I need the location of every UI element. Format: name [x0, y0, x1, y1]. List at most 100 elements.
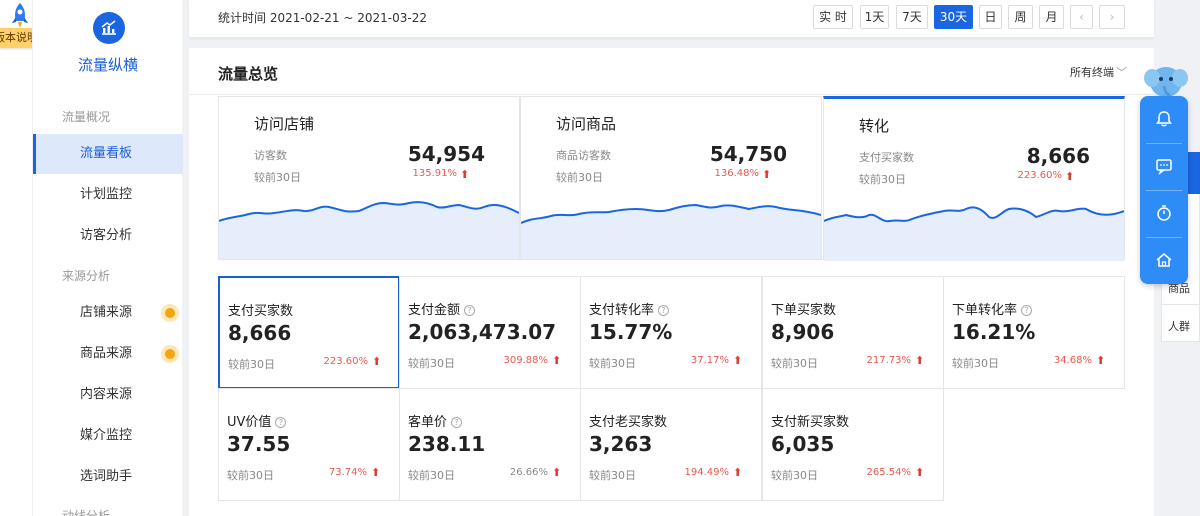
right-tab-active-indicator — [1186, 152, 1200, 194]
metric-title: 下单买家数 — [771, 303, 837, 318]
overview-value: 54,954 — [407, 142, 485, 166]
up-arrow-icon: ⬆ — [1096, 354, 1106, 367]
elephant-mascot-icon[interactable] — [1143, 62, 1189, 100]
metric-card-returning-buyers[interactable]: 支付老买家数 3,263 较前30日 194.49% ⬆ — [580, 388, 762, 501]
chevron-down-icon[interactable]: ﹀ — [1116, 64, 1127, 80]
metric-value: 3,263 — [589, 432, 653, 456]
sidebar-item-store-source[interactable]: 店铺来源 — [33, 293, 183, 333]
metric-compare-label: 较前30日 — [228, 358, 275, 371]
metric-card-new-buyers[interactable]: 支付新买家数 6,035 较前30日 265.54% ⬆ — [762, 388, 944, 501]
sidebar-item-plan-monitor[interactable]: 计划监控 — [33, 175, 183, 215]
right-tab-audience[interactable]: 人群 — [1168, 318, 1190, 334]
up-arrow-icon: ⬆ — [552, 354, 562, 367]
metric-title-text: 下单转化率 — [952, 303, 1018, 318]
overview-label: 访客数 — [254, 149, 287, 162]
up-arrow-icon: ⬆ — [552, 466, 562, 479]
sidebar-item-keyword-helper[interactable]: 选词助手 — [33, 457, 183, 497]
metric-change-pct: 37.17% — [690, 355, 729, 366]
up-arrow-icon: ⬆ — [1065, 170, 1075, 183]
metric-title: 下单转化率? — [952, 299, 1033, 318]
prev-period-button[interactable]: ‹ — [1070, 5, 1093, 29]
notification-button[interactable] — [1140, 96, 1188, 143]
metric-compare-label: 较前30日 — [589, 357, 636, 370]
sidebar-item-traffic-board[interactable]: 流量看板 — [33, 134, 183, 174]
sidebar-item-label: 商品来源 — [80, 346, 133, 361]
date-toolbar: 统计时间 2021-02-21 ~ 2021-03-22 实 时 1天 7天 3… — [189, 0, 1154, 38]
sidebar-item-content-source[interactable]: 内容来源 — [33, 375, 183, 415]
sidebar-item-media-monitor[interactable]: 媒介监控 — [33, 416, 183, 456]
overview-card-product-visits[interactable]: 访问商品 商品访客数 较前30日 54,750 136.48% ⬆ — [520, 96, 822, 260]
metric-value: 37.55 — [227, 432, 291, 456]
logo — [93, 12, 125, 44]
metric-change-pct: 26.66% — [509, 467, 548, 478]
panel-title: 流量总览 — [218, 65, 279, 83]
trend-sparkline — [521, 203, 821, 259]
metric-card-paid-amount[interactable]: 支付金额? 2,063,473.07 较前30日 309.88% ⬆ — [399, 276, 581, 389]
metric-value: 8,906 — [771, 320, 835, 344]
overview-title: 转化 — [859, 117, 890, 135]
up-arrow-icon: ⬆ — [460, 168, 470, 181]
help-icon[interactable]: ? — [275, 417, 287, 428]
metric-change-pct: 34.68% — [1053, 355, 1092, 366]
period-week-button[interactable]: 周 — [1008, 5, 1033, 29]
overview-card-store-visits[interactable]: 访问店铺 访客数 较前30日 54,954 135.91% ⬆ — [218, 96, 520, 260]
period-30day-button[interactable]: 30天 — [934, 5, 973, 29]
overview-compare-label: 较前30日 — [859, 173, 906, 186]
overview-compare-label: 较前30日 — [556, 171, 603, 184]
metric-value: 2,063,473.07 — [408, 320, 557, 344]
overview-compare-label: 较前30日 — [254, 171, 301, 184]
period-realtime-button[interactable]: 实 时 — [813, 5, 853, 29]
help-icon[interactable]: ? — [1021, 305, 1033, 316]
metric-compare-label: 较前30日 — [771, 357, 818, 370]
terminal-select[interactable]: 所有终端 — [1070, 64, 1114, 80]
metric-compare-label: 较前30日 — [589, 469, 636, 482]
period-day-button[interactable]: 日 — [979, 5, 1002, 29]
overview-label: 商品访客数 — [556, 149, 611, 162]
overview-value: 8,666 — [1026, 144, 1090, 168]
home-button[interactable] — [1140, 237, 1188, 284]
sidebar-item-product-source[interactable]: 商品来源 — [33, 334, 183, 374]
sidebar-item-visitor-analysis[interactable]: 访客分析 — [33, 216, 183, 256]
metric-title: UV价值? — [227, 411, 287, 430]
rocket-icon[interactable] — [8, 2, 32, 30]
trend-sparkline — [219, 201, 519, 259]
timer-button[interactable] — [1140, 190, 1188, 237]
traffic-overview-panel: 流量总览 所有终端 ﹀ 访问店铺 访客数 较前30日 54,954 135.91… — [189, 48, 1154, 516]
metric-title-text: 客单价 — [408, 415, 448, 430]
metric-title: 支付买家数 — [228, 304, 294, 319]
overview-card-conversion[interactable]: 转化 支付买家数 较前30日 8,666 223.60% ⬆ — [823, 96, 1125, 261]
period-month-button[interactable]: 月 — [1039, 5, 1064, 29]
next-period-button[interactable]: › — [1099, 5, 1125, 29]
divider — [189, 94, 1154, 95]
metric-title-text: 支付转化率 — [589, 303, 655, 318]
period-7day-button[interactable]: 7天 — [896, 5, 928, 29]
help-icon[interactable]: ? — [451, 417, 463, 428]
section-path-analysis: 动线分析 — [62, 509, 111, 516]
metric-title: 客单价? — [408, 411, 463, 430]
metric-card-paid-conversion-rate[interactable]: 支付转化率? 15.77% 较前30日 37.17% ⬆ — [580, 276, 762, 389]
metric-card-paid-buyers[interactable]: 支付买家数 8,666 较前30日 223.60% ⬆ — [218, 276, 400, 389]
metric-card-order-conversion-rate[interactable]: 下单转化率? 16.21% 较前30日 34.68% ⬆ — [943, 276, 1125, 389]
metric-title: 支付新买家数 — [771, 415, 850, 430]
up-arrow-icon: ⬆ — [372, 355, 382, 368]
message-icon — [1156, 159, 1172, 175]
period-1day-button[interactable]: 1天 — [860, 5, 889, 29]
overview-change-pct: 136.48% — [714, 168, 760, 179]
metric-title-text: UV价值 — [227, 415, 272, 430]
home-icon — [1156, 253, 1172, 267]
message-button[interactable] — [1140, 143, 1188, 190]
metric-card-order-buyers[interactable]: 下单买家数 8,906 较前30日 217.73% ⬆ — [762, 276, 944, 389]
metric-change-pct: 223.60% — [323, 356, 369, 367]
metric-title-text: 支付金额 — [408, 303, 461, 318]
metric-value: 16.21% — [952, 320, 1036, 344]
metric-value: 6,035 — [771, 432, 835, 456]
metric-value: 238.11 — [408, 432, 486, 456]
left-edge-strip — [0, 0, 32, 516]
metric-change-pct: 217.73% — [866, 355, 912, 366]
help-icon[interactable]: ? — [658, 305, 670, 316]
metric-compare-label: 较前30日 — [408, 357, 455, 370]
section-source-analysis: 来源分析 — [62, 269, 111, 283]
metric-card-uv-value[interactable]: UV价值? 37.55 较前30日 73.74% ⬆ — [218, 388, 400, 501]
metric-card-avg-order-value[interactable]: 客单价? 238.11 较前30日 26.66% ⬆ — [399, 388, 581, 501]
help-icon[interactable]: ? — [464, 305, 476, 316]
